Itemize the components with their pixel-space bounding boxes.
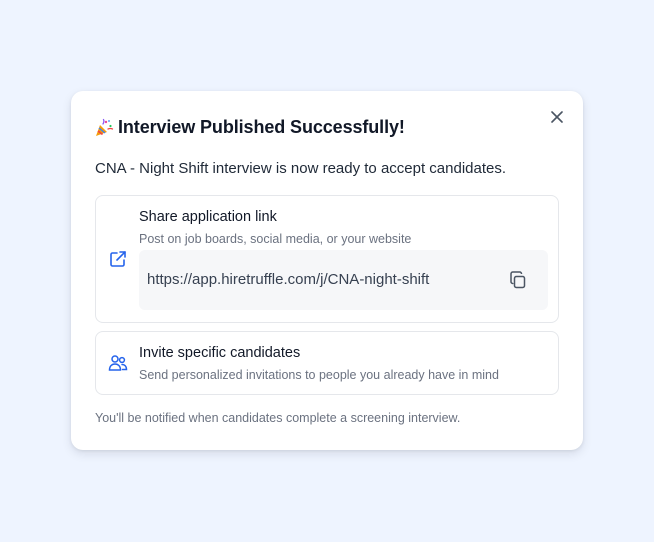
application-link-url[interactable]: https://app.hiretruffle.com/j/CNA-night-… [147,271,429,288]
close-icon[interactable] [551,111,563,123]
dialog-title: Interview Published Successfully! [118,117,405,137]
copy-icon[interactable] [508,270,528,290]
dialog-header: Interview Published Successfully! [94,117,405,138]
share-link-card: Share application link Post on job board… [95,195,559,323]
notification-note: You'll be notified when candidates compl… [95,411,461,425]
share-link-description: Post on job boards, social media, or you… [139,232,412,246]
invite-candidates-card[interactable]: Invite specific candidates Send personal… [95,331,559,395]
share-link-title: Share application link [139,209,277,225]
external-link-icon [110,251,126,267]
publish-success-dialog: Interview Published Successfully! CNA - … [71,91,583,450]
invite-candidates-title: Invite specific candidates [139,345,301,361]
users-icon [108,355,128,371]
dialog-subtitle: CNA - Night Shift interview is now ready… [95,160,507,177]
close-button[interactable] [549,109,565,125]
invite-candidates-description: Send personalized invitations to people … [139,368,499,382]
application-link-box: https://app.hiretruffle.com/j/CNA-night-… [139,250,548,310]
party-popper-icon [96,118,114,136]
